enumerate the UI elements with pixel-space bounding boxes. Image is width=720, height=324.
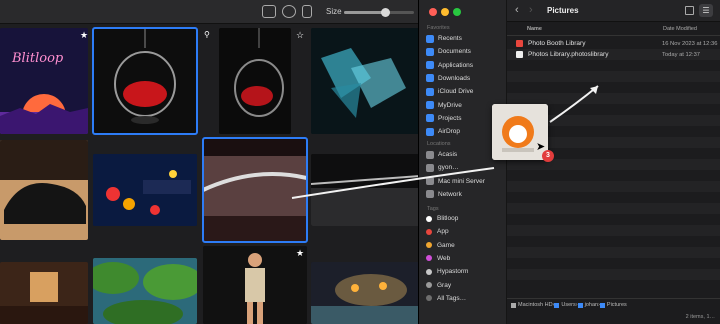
drag-arrow-line	[549, 85, 599, 123]
drag-count-badge: 3	[542, 150, 554, 162]
drag-path-overlay	[291, 85, 599, 199]
drag-arrow-head	[590, 86, 598, 94]
drag-line	[291, 167, 495, 199]
